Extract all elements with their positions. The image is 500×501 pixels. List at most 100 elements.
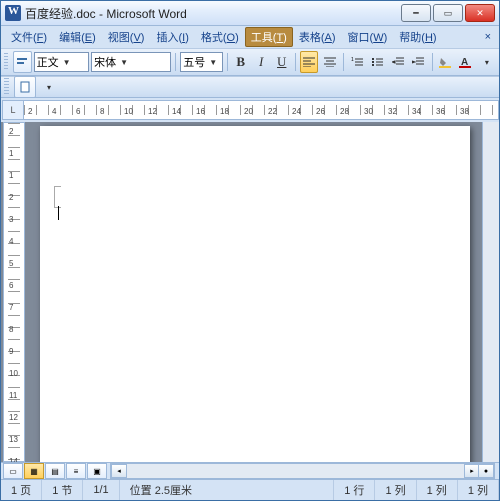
- menu-view[interactable]: 视图(V): [102, 27, 151, 47]
- app-window: 百度经验.doc - Microsoft Word ━ ▭ ✕ 文件(F) 编辑…: [0, 0, 500, 501]
- ruler-label: 1: [9, 149, 13, 158]
- maximize-button[interactable]: ▭: [433, 4, 463, 22]
- status-page-of: 1/1: [83, 480, 119, 500]
- doc-close-button[interactable]: ×: [481, 31, 495, 43]
- ruler-label: 30: [364, 107, 373, 116]
- ruler-label: 24: [292, 107, 301, 116]
- menu-window[interactable]: 窗口(W): [342, 27, 394, 47]
- ruler-label: 18: [220, 107, 229, 116]
- chevron-down-icon: ▾: [47, 83, 51, 92]
- toolbar-grip[interactable]: [4, 78, 9, 96]
- titlebar[interactable]: 百度经验.doc - Microsoft Word ━ ▭ ✕: [1, 1, 499, 26]
- horizontal-scrollbar[interactable]: ◂ ▸ ●: [110, 463, 495, 479]
- standard-toolbar: ▾: [1, 76, 499, 98]
- status-col: 1 列: [375, 480, 416, 500]
- align-center-button[interactable]: [320, 51, 339, 73]
- highlight-color-button[interactable]: [437, 51, 456, 73]
- scroll-left-button[interactable]: ◂: [111, 464, 127, 478]
- ruler-label: 12: [9, 413, 18, 422]
- ruler-label: 5: [9, 259, 13, 268]
- ruler-label: 13: [9, 435, 18, 444]
- style-combo[interactable]: 正文▼: [34, 52, 90, 72]
- font-value: 宋体: [94, 54, 116, 70]
- menu-table[interactable]: 表格(A): [293, 27, 342, 47]
- decrease-indent-button[interactable]: [389, 51, 408, 73]
- ruler-label: 2: [9, 127, 13, 136]
- styles-icon: [16, 56, 28, 68]
- ruler-label: 14: [9, 457, 18, 462]
- page[interactable]: [40, 126, 470, 462]
- align-left-icon: [303, 57, 315, 67]
- ruler-label: 14: [172, 107, 181, 116]
- browse-object-button[interactable]: ●: [478, 464, 494, 478]
- menu-help[interactable]: 帮助(H): [393, 27, 442, 47]
- underline-icon: U: [277, 54, 286, 70]
- ruler-label: 10: [124, 107, 133, 116]
- status-section: 1 节: [42, 480, 83, 500]
- view-bar: ▭ ▦ ▤ ≡ ▣ ◂ ▸ ●: [1, 462, 499, 479]
- bullet-list-button[interactable]: [368, 51, 387, 73]
- chevron-down-icon: ▼: [209, 58, 217, 67]
- size-combo[interactable]: 五号 ▼: [180, 52, 222, 72]
- ruler-label: 16: [196, 107, 205, 116]
- font-combo[interactable]: 宋体▼: [91, 52, 171, 72]
- style-value: 正文: [37, 54, 59, 70]
- vertical-scrollbar[interactable]: [482, 122, 499, 462]
- size-value: 五号: [183, 54, 205, 70]
- ruler-label: 7: [9, 303, 13, 312]
- chevron-down-icon: ▾: [485, 58, 489, 67]
- web-layout-view-button[interactable]: ▤: [45, 463, 65, 479]
- outline-view-button[interactable]: ≡: [66, 463, 86, 479]
- status-col: 1 列: [417, 480, 458, 500]
- document-area: 2112345678910111213141516: [1, 122, 499, 462]
- minimize-button[interactable]: ━: [401, 4, 431, 22]
- page-container[interactable]: [27, 122, 482, 462]
- font-color-icon: A: [459, 56, 473, 68]
- ruler-label: 26: [316, 107, 325, 116]
- toolbar-overflow-button[interactable]: ▾: [38, 76, 60, 98]
- toolbar-grip[interactable]: [4, 53, 8, 71]
- ruler-label: 2: [9, 193, 13, 202]
- ruler-label: 1: [9, 171, 13, 180]
- status-bar: 1 页 1 节 1/1 位置 2.5厘米 1 行 1 列 1 列 1 列: [1, 479, 499, 500]
- italic-button[interactable]: I: [252, 51, 271, 73]
- menu-format[interactable]: 格式(O): [195, 27, 245, 47]
- ruler-label: 6: [76, 107, 80, 116]
- ruler-corner[interactable]: L: [2, 100, 24, 120]
- numbered-list-icon: 1: [351, 57, 363, 67]
- svg-text:1: 1: [351, 57, 354, 63]
- menu-bar: 文件(F) 编辑(E) 视图(V) 插入(I) 格式(O) 工具(T) 表格(A…: [1, 26, 499, 48]
- reading-view-button[interactable]: ▣: [87, 463, 107, 479]
- align-left-button[interactable]: [300, 51, 319, 73]
- ruler-label: 3: [9, 215, 13, 224]
- ruler-label: 32: [388, 107, 397, 116]
- menu-insert[interactable]: 插入(I): [150, 27, 194, 47]
- menu-edit[interactable]: 编辑(E): [53, 27, 102, 47]
- horizontal-ruler[interactable]: L 2468101214161820222426283032343638: [23, 100, 499, 120]
- highlight-icon: [439, 56, 453, 68]
- window-title: 百度经验.doc - Microsoft Word: [25, 5, 401, 22]
- align-center-icon: [324, 57, 336, 67]
- increase-indent-button[interactable]: [409, 51, 428, 73]
- ruler-label: 9: [9, 347, 13, 356]
- bold-button[interactable]: B: [231, 51, 250, 73]
- toolbar-overflow-button[interactable]: ▾: [478, 51, 497, 73]
- styles-pane-button[interactable]: [13, 51, 32, 73]
- italic-icon: I: [259, 54, 263, 70]
- close-button[interactable]: ✕: [465, 4, 495, 22]
- ruler-label: 20: [244, 107, 253, 116]
- menu-file[interactable]: 文件(F): [5, 27, 53, 47]
- underline-button[interactable]: U: [272, 51, 291, 73]
- menu-tools[interactable]: 工具(T): [245, 27, 293, 47]
- normal-view-button[interactable]: ▭: [3, 463, 23, 479]
- numbered-list-button[interactable]: 1: [348, 51, 367, 73]
- status-position: 位置 2.5厘米: [120, 480, 335, 500]
- text-cursor: [58, 206, 59, 220]
- print-layout-view-button[interactable]: ▦: [24, 463, 44, 479]
- vertical-ruler[interactable]: 2112345678910111213141516: [3, 122, 25, 462]
- font-color-button[interactable]: A: [457, 51, 476, 73]
- ruler-label: 38: [460, 107, 469, 116]
- new-doc-button[interactable]: [14, 76, 36, 98]
- status-col: 1 列: [458, 480, 499, 500]
- ruler-label: 10: [9, 369, 18, 378]
